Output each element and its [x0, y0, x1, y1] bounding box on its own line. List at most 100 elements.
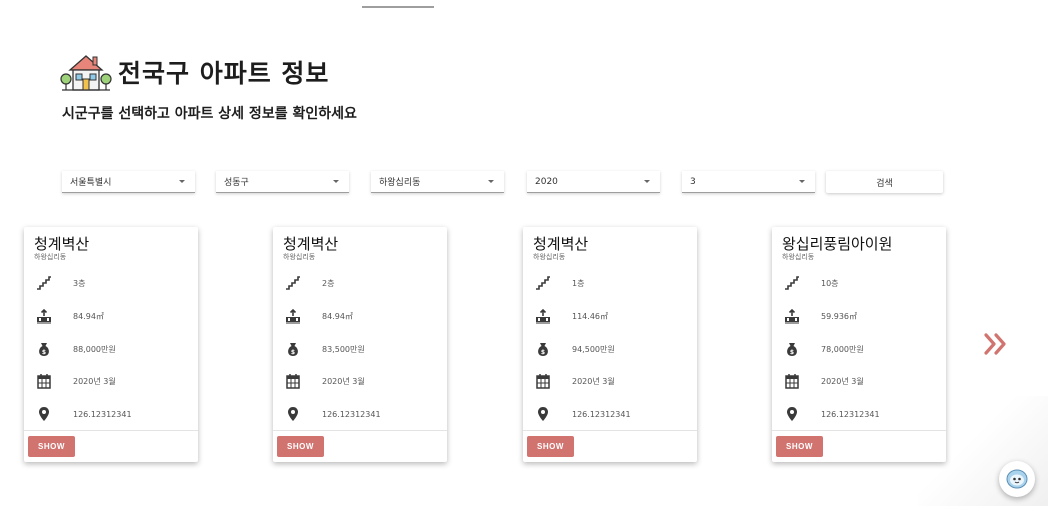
area-row: 84.94㎡ — [285, 307, 353, 325]
date-row: 2020년 3월 — [285, 372, 365, 390]
sido-select[interactable]: 서울특별시 — [62, 171, 195, 193]
show-button[interactable]: SHOW — [776, 436, 823, 457]
price-row: 88,000만원 — [36, 340, 116, 358]
area-text: 59.936㎡ — [821, 311, 857, 321]
area-icon — [285, 308, 301, 324]
page-header: 전국구 아파트 정보 — [60, 52, 329, 92]
calendar-icon — [36, 373, 52, 389]
month-select[interactable]: 3 — [682, 171, 815, 193]
stairs-icon — [784, 275, 800, 291]
chat-bot-icon — [1006, 469, 1028, 489]
price-text: 78,000만원 — [821, 344, 864, 354]
floor-text: 2층 — [322, 278, 335, 288]
apartment-card: 청계벽산 하왕십리동 1층 114.46㎡ 94,500만원 2020년 3월 … — [523, 227, 697, 462]
floor-text: 10층 — [821, 278, 839, 288]
card-dong: 하왕십리동 — [34, 253, 67, 261]
calendar-icon — [535, 373, 551, 389]
chat-bot-button[interactable] — [999, 461, 1035, 497]
sigungu-select[interactable]: 성동구 — [216, 171, 349, 193]
coord-text: 126.12312341 — [322, 409, 381, 419]
floor-text: 1층 — [572, 278, 585, 288]
area-row: 84.94㎡ — [36, 307, 104, 325]
coord-text: 126.12312341 — [821, 409, 880, 419]
date-row: 2020년 3월 — [535, 372, 615, 390]
search-button[interactable]: 검색 — [826, 171, 943, 193]
area-icon — [784, 308, 800, 324]
stairs-icon — [36, 275, 52, 291]
coord-row: 126.12312341 — [784, 405, 880, 423]
area-text: 114.46㎡ — [572, 311, 608, 321]
floor-text: 3층 — [73, 278, 86, 288]
show-button[interactable]: SHOW — [277, 436, 324, 457]
coord-row: 126.12312341 — [285, 405, 381, 423]
chevron-down-icon — [644, 180, 650, 183]
date-row: 2020년 3월 — [784, 372, 864, 390]
price-row: 83,500만원 — [285, 340, 365, 358]
location-pin-icon — [535, 406, 551, 422]
year-select[interactable]: 2020 — [527, 171, 660, 193]
stairs-icon — [535, 275, 551, 291]
year-select-value: 2020 — [535, 176, 558, 187]
card-title: 왕십리풍림아이원 — [782, 235, 893, 253]
sido-select-value: 서울특별시 — [70, 178, 112, 188]
stairs-icon — [285, 275, 301, 291]
card-title: 청계벽산 — [34, 235, 90, 253]
money-bag-icon — [535, 341, 551, 357]
area-icon — [535, 308, 551, 324]
price-text: 83,500만원 — [322, 344, 365, 354]
dong-select[interactable]: 하왕십리동 — [371, 171, 504, 193]
coord-text: 126.12312341 — [73, 409, 132, 419]
area-row: 114.46㎡ — [535, 307, 608, 325]
card-dong: 하왕십리동 — [782, 253, 815, 261]
double-chevron-right-icon[interactable] — [983, 332, 1009, 356]
chevron-down-icon — [799, 180, 805, 183]
card-divider — [523, 430, 697, 431]
chevron-down-icon — [488, 180, 494, 183]
tab-indicator — [362, 6, 434, 8]
apartment-card: 청계벽산 하왕십리동 3층 84.94㎡ 88,000만원 2020년 3월 1… — [24, 227, 198, 462]
card-dong: 하왕십리동 — [283, 253, 316, 261]
page-title: 전국구 아파트 정보 — [118, 59, 330, 88]
price-text: 94,500만원 — [572, 344, 615, 354]
chevron-down-icon — [179, 180, 185, 183]
coord-row: 126.12312341 — [36, 405, 132, 423]
price-text: 88,000만원 — [73, 344, 116, 354]
price-row: 94,500만원 — [535, 340, 615, 358]
floor-row: 3층 — [36, 274, 85, 292]
date-text: 2020년 3월 — [73, 376, 116, 386]
price-row: 78,000만원 — [784, 340, 864, 358]
card-title: 청계벽산 — [533, 235, 589, 253]
floor-row: 10층 — [784, 274, 839, 292]
coord-text: 126.12312341 — [572, 409, 631, 419]
coord-row: 126.12312341 — [535, 405, 631, 423]
location-pin-icon — [36, 406, 52, 422]
sigungu-select-value: 성동구 — [224, 178, 249, 188]
month-select-value: 3 — [690, 176, 696, 187]
card-divider — [24, 430, 198, 431]
date-text: 2020년 3월 — [572, 376, 615, 386]
show-button[interactable]: SHOW — [28, 436, 75, 457]
floor-row: 1층 — [535, 274, 584, 292]
location-pin-icon — [784, 406, 800, 422]
money-bag-icon — [36, 341, 52, 357]
page-subtitle: 시군구를 선택하고 아파트 상세 정보를 확인하세요 — [62, 106, 357, 122]
show-button[interactable]: SHOW — [527, 436, 574, 457]
calendar-icon — [784, 373, 800, 389]
money-bag-icon — [784, 341, 800, 357]
area-row: 59.936㎡ — [784, 307, 857, 325]
house-icon — [60, 55, 112, 91]
area-icon — [36, 308, 52, 324]
date-row: 2020년 3월 — [36, 372, 116, 390]
card-divider — [273, 430, 447, 431]
chevron-down-icon — [333, 180, 339, 183]
date-text: 2020년 3월 — [322, 376, 365, 386]
area-text: 84.94㎡ — [322, 311, 353, 321]
calendar-icon — [285, 373, 301, 389]
apartment-card: 청계벽산 하왕십리동 2층 84.94㎡ 83,500만원 2020년 3월 1… — [273, 227, 447, 462]
card-dong: 하왕십리동 — [533, 253, 566, 261]
floor-row: 2층 — [285, 274, 334, 292]
card-title: 청계벽산 — [283, 235, 339, 253]
date-text: 2020년 3월 — [821, 376, 864, 386]
money-bag-icon — [285, 341, 301, 357]
area-text: 84.94㎡ — [73, 311, 104, 321]
